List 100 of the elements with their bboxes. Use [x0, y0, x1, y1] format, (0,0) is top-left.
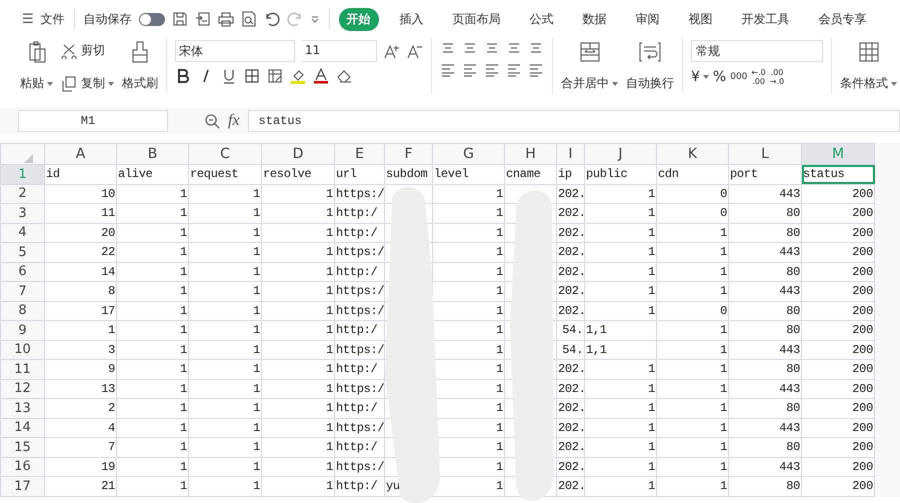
cut-button[interactable]: 剪切: [81, 42, 105, 59]
row-header[interactable]: 4: [0, 223, 44, 242]
row-header[interactable]: 7: [0, 282, 44, 301]
eraser-icon[interactable]: [336, 68, 352, 84]
formula-field[interactable]: status: [248, 110, 900, 132]
table-cell: 1: [180, 323, 187, 338]
caret-icon: [612, 82, 618, 86]
number-format-select[interactable]: 常规: [691, 40, 823, 62]
ribbon-tab[interactable]: 开发工具: [734, 8, 798, 30]
insert-function-button[interactable]: fx: [228, 112, 240, 130]
column-header[interactable]: E: [334, 144, 384, 164]
column-header[interactable]: A: [44, 144, 116, 164]
file-menu[interactable]: 文件: [40, 10, 65, 28]
column-header[interactable]: H: [504, 144, 556, 164]
row-header[interactable]: 13: [0, 398, 44, 418]
export-icon[interactable]: [194, 11, 211, 27]
row-header[interactable]: 9: [0, 320, 44, 340]
wrap-text-button[interactable]: 自动换行: [626, 75, 674, 92]
column-header[interactable]: G: [432, 144, 504, 164]
cell-style-icon[interactable]: [267, 68, 283, 84]
print-icon[interactable]: [218, 11, 234, 27]
ribbon-tab[interactable]: 视图: [680, 8, 721, 30]
autosave-toggle[interactable]: [138, 12, 165, 26]
ribbon-tab[interactable]: 会员专享: [810, 8, 875, 30]
paste-button[interactable]: 粘贴: [20, 75, 53, 92]
bold-icon[interactable]: [175, 68, 191, 84]
table-cell: 10: [101, 186, 115, 201]
column-header[interactable]: B: [116, 144, 188, 164]
format-painter-button[interactable]: 格式刷: [122, 75, 158, 92]
column-header[interactable]: K: [656, 144, 728, 164]
align-icon[interactable]: [462, 62, 478, 78]
name-box[interactable]: M1: [18, 110, 168, 132]
align-icon[interactable]: [440, 62, 456, 78]
merge-center-button[interactable]: 合并居中: [561, 75, 618, 92]
thousands-button[interactable]: 000: [730, 72, 748, 82]
row-header[interactable]: 14: [0, 418, 44, 438]
font-color-icon[interactable]: [313, 68, 329, 84]
fill-color-icon[interactable]: [290, 68, 306, 84]
row-header[interactable]: 3: [0, 204, 44, 223]
wrap-text-icon[interactable]: [638, 40, 662, 64]
table-grid-icon[interactable]: [856, 40, 880, 64]
ribbon-tab[interactable]: 数据: [574, 8, 615, 30]
column-header[interactable]: D: [262, 144, 334, 164]
row-header[interactable]: 5: [0, 242, 44, 262]
table-cell: 443: [779, 420, 800, 435]
row-header[interactable]: 8: [0, 301, 44, 320]
row-header[interactable]: 12: [0, 379, 44, 398]
table-cell: 1: [648, 206, 655, 220]
underline-icon[interactable]: [221, 68, 237, 84]
table-cell: 1: [253, 245, 260, 260]
font-select[interactable]: 宋体: [175, 40, 295, 62]
copy-icon[interactable]: [61, 76, 77, 92]
table-cell: 0: [720, 186, 727, 201]
save-icon[interactable]: [172, 11, 188, 27]
table-cell: 1: [253, 206, 260, 220]
percent-button[interactable]: %: [712, 69, 726, 85]
column-header[interactable]: L: [728, 144, 802, 164]
decrease-decimal-button[interactable]: .00 →.0: [770, 68, 784, 86]
column-header[interactable]: F: [384, 144, 432, 164]
column-header[interactable]: I: [556, 144, 584, 164]
row-header[interactable]: 17: [0, 476, 44, 496]
cut-icon[interactable]: [61, 42, 77, 58]
print-preview-icon[interactable]: [240, 11, 257, 27]
menu-icon[interactable]: ☰: [22, 12, 34, 26]
zoom-icon[interactable]: [204, 113, 220, 129]
increase-font-icon[interactable]: [384, 43, 400, 59]
table-cell: 1: [648, 460, 655, 474]
font-size-select[interactable]: 11: [302, 40, 377, 62]
table-cell: 1: [496, 186, 503, 201]
ribbon-tab[interactable]: 公式: [522, 8, 562, 30]
increase-decimal-button[interactable]: ←.0 .00: [751, 68, 766, 86]
copy-button[interactable]: 复制: [81, 75, 114, 92]
align-icon[interactable]: [506, 62, 522, 78]
customize-icon[interactable]: [310, 14, 320, 24]
column-header[interactable]: C: [188, 144, 262, 164]
ribbon-tab[interactable]: 审阅: [628, 8, 668, 30]
table-cell: 200: [852, 206, 873, 220]
conditional-format-button[interactable]: 条件格式: [840, 75, 897, 92]
table-cell: 1: [648, 479, 655, 494]
row-header[interactable]: 11: [0, 360, 44, 379]
ribbon-tab[interactable]: 页面布局: [444, 8, 509, 30]
table-cell: 1: [326, 264, 333, 279]
decrease-font-icon[interactable]: [407, 43, 423, 59]
row-header[interactable]: 2: [0, 184, 44, 204]
row-header[interactable]: 15: [0, 438, 44, 457]
borders-icon[interactable]: [244, 68, 260, 84]
table-cell: 443: [779, 460, 800, 474]
table-cell: 1: [496, 401, 503, 416]
currency-button[interactable]: ¥: [691, 69, 709, 85]
align-icon[interactable]: [484, 62, 500, 78]
ribbon-tab[interactable]: 插入: [392, 8, 432, 30]
row-header[interactable]: 16: [0, 457, 44, 476]
undo-icon[interactable]: [264, 11, 280, 27]
column-header[interactable]: J: [584, 144, 656, 164]
merge-cells-icon[interactable]: [578, 40, 602, 64]
table-cell: 1: [720, 264, 727, 279]
table-cell: 14: [101, 264, 115, 279]
align-icon[interactable]: [528, 62, 544, 78]
row-header[interactable]: 10: [0, 340, 44, 360]
row-header[interactable]: 6: [0, 262, 44, 282]
